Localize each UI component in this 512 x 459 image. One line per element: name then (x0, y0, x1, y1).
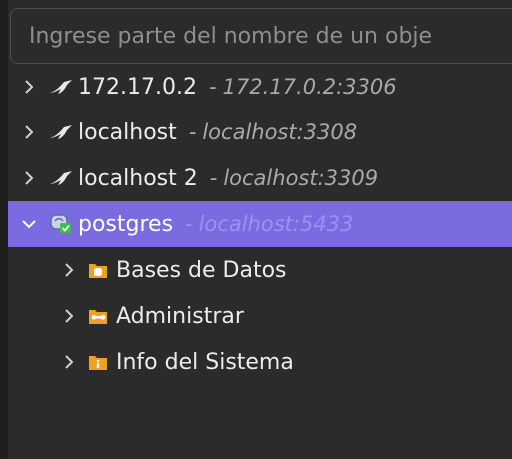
separator: - (188, 120, 197, 144)
connection-name: postgres (78, 211, 174, 237)
connection-name: localhost (78, 119, 177, 145)
tree-child-label: Administrar (116, 303, 244, 329)
chevron-right-icon[interactable] (18, 121, 40, 143)
tree-row-connection[interactable]: localhost - localhost:3308 (8, 109, 512, 155)
dolphin-icon (48, 167, 74, 189)
admin-folder-icon (88, 307, 108, 325)
connection-address: 172.17.0.2:3306 (222, 75, 397, 99)
tree-row-child[interactable]: Bases de Datos (8, 247, 512, 293)
panel-left-edge (0, 0, 8, 459)
connection-address: localhost:3308 (202, 120, 358, 144)
search-input[interactable] (29, 17, 512, 55)
tree-child-label: Bases de Datos (116, 257, 287, 283)
dolphin-icon (48, 121, 74, 143)
tree-row-child[interactable]: Administrar (8, 293, 512, 339)
separator: - (209, 166, 218, 190)
tree-row-connection[interactable]: localhost 2 - localhost:3309 (8, 155, 512, 201)
tree-row-connection[interactable]: 172.17.0.2 - 172.17.0.2:3306 (8, 64, 512, 110)
separator: - (185, 212, 193, 236)
chevron-right-icon[interactable] (18, 76, 40, 98)
connection-address: localhost:3309 (223, 166, 379, 190)
database-folder-icon (88, 261, 108, 279)
elephant-icon (48, 213, 74, 235)
tree-row-child[interactable]: Info del Sistema (8, 339, 512, 385)
connection-address: localhost:5433 (198, 212, 354, 236)
separator: - (208, 75, 217, 99)
tree-child-label: Info del Sistema (116, 349, 294, 375)
chevron-right-icon[interactable] (58, 259, 80, 281)
connection-name: 172.17.0.2 (78, 74, 197, 100)
connection-name: localhost 2 (78, 165, 198, 191)
chevron-right-icon[interactable] (58, 305, 80, 327)
chevron-right-icon[interactable] (18, 167, 40, 189)
tree-row-connection-selected[interactable]: postgres - localhost:5433 (8, 201, 512, 247)
chevron-down-icon[interactable] (18, 213, 40, 235)
search-box[interactable] (10, 8, 512, 64)
dolphin-icon (48, 76, 74, 98)
info-folder-icon (88, 353, 108, 371)
chevron-right-icon[interactable] (58, 351, 80, 373)
